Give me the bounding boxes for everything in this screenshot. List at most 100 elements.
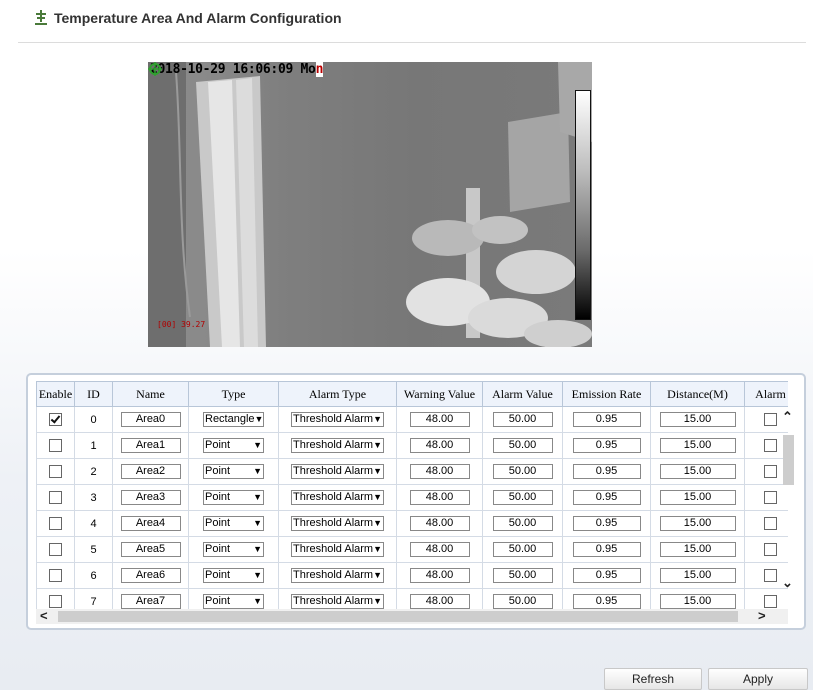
warning-value-input[interactable]: 48.00: [409, 490, 470, 505]
alarm-checkbox[interactable]: [764, 595, 777, 608]
alarm-type-select[interactable]: Threshold Alarm ▼: [291, 490, 384, 505]
type-select[interactable]: Point ▼: [203, 464, 264, 479]
chevron-right-icon[interactable]: >: [758, 608, 766, 623]
name-input[interactable]: Area4: [120, 516, 181, 531]
name-input[interactable]: Area0: [120, 412, 181, 427]
alarm-value-input[interactable]: 50.00: [492, 438, 553, 453]
alarm-type-select[interactable]: Threshold Alarm ▼: [291, 464, 384, 479]
emission-rate-input[interactable]: 0.95: [572, 542, 641, 557]
name-input[interactable]: Area1: [120, 438, 181, 453]
emission-rate-input[interactable]: 0.95: [572, 516, 641, 531]
emission-rate-input[interactable]: 0.95: [572, 438, 641, 453]
page-title: Temperature Area And Alarm Configuration: [54, 10, 342, 26]
name-input[interactable]: Area5: [120, 542, 181, 557]
type-select-value: Point: [205, 569, 231, 581]
dropdown-arrow-icon: ▼: [254, 414, 264, 424]
distance-input[interactable]: 15.00: [659, 412, 736, 427]
emission-rate-input[interactable]: 0.95: [572, 568, 641, 583]
alarm-checkbox[interactable]: [764, 543, 777, 556]
type-select[interactable]: Point ▼: [203, 490, 264, 505]
alarm-value-input[interactable]: 50.00: [492, 542, 553, 557]
warning-value-input[interactable]: 48.00: [409, 412, 470, 427]
alarm-checkbox[interactable]: [764, 491, 777, 504]
vertical-scrollbar[interactable]: ⌃ ⌄: [780, 409, 796, 599]
chevron-left-icon[interactable]: <: [40, 608, 48, 623]
horizontal-scrollbar[interactable]: < >: [36, 608, 788, 624]
distance-input[interactable]: 15.00: [659, 490, 736, 505]
emission-rate-input[interactable]: 0.95: [572, 464, 641, 479]
alarm-type-select[interactable]: Threshold Alarm ▼: [291, 438, 384, 453]
alarm-type-select[interactable]: Threshold Alarm ▼: [291, 568, 384, 583]
type-select[interactable]: Point ▼: [203, 542, 264, 557]
emission-rate-cell: 0.95: [562, 432, 651, 459]
type-cell: Point ▼: [188, 510, 279, 537]
alarm-checkbox[interactable]: [764, 439, 777, 452]
enable-checkbox[interactable]: [49, 595, 62, 608]
name-input[interactable]: Area2: [120, 464, 181, 479]
name-input[interactable]: Area3: [120, 490, 181, 505]
alarm-value-input[interactable]: 50.00: [492, 464, 553, 479]
chevron-down-icon[interactable]: ⌄: [782, 575, 793, 591]
chevron-up-icon[interactable]: ⌃: [782, 409, 793, 425]
emission-rate-input[interactable]: 0.95: [572, 594, 641, 609]
warning-value-input[interactable]: 48.00: [409, 542, 470, 557]
enable-checkbox[interactable]: [49, 439, 62, 452]
name-input[interactable]: Area7: [120, 594, 181, 609]
type-select[interactable]: Point ▼: [203, 594, 264, 609]
alarm-value-input[interactable]: 50.00: [492, 412, 553, 427]
alarm-type-select[interactable]: Threshold Alarm ▼: [291, 516, 384, 531]
enable-checkbox[interactable]: [49, 465, 62, 478]
horizontal-scroll-thumb[interactable]: [58, 611, 738, 622]
distance-input[interactable]: 15.00: [659, 568, 736, 583]
warning-value-input[interactable]: 48.00: [409, 516, 470, 531]
alarm-checkbox[interactable]: [764, 465, 777, 478]
alarm-type-select-value: Threshold Alarm: [293, 465, 374, 477]
distance-input[interactable]: 15.00: [659, 464, 736, 479]
refresh-button[interactable]: Refresh: [604, 668, 702, 690]
spot-target-icon[interactable]: [148, 62, 162, 76]
distance-input[interactable]: 15.00: [659, 542, 736, 557]
alarm-value-input[interactable]: 50.00: [492, 516, 553, 531]
apply-button[interactable]: Apply: [708, 668, 808, 690]
distance-input[interactable]: 15.00: [659, 438, 736, 453]
warning-value-input[interactable]: 48.00: [409, 464, 470, 479]
enable-checkbox[interactable]: [49, 413, 62, 426]
emission-rate-input[interactable]: 0.95: [572, 412, 641, 427]
emission-rate-cell: 0.95: [562, 406, 651, 433]
type-select-value: Point: [205, 543, 231, 555]
alarm-type-select[interactable]: Threshold Alarm ▼: [291, 594, 384, 609]
enable-checkbox[interactable]: [49, 543, 62, 556]
alarm-checkbox[interactable]: [764, 569, 777, 582]
enable-checkbox[interactable]: [49, 569, 62, 582]
alarm-value-input[interactable]: 50.00: [492, 490, 553, 505]
vertical-scroll-thumb[interactable]: [783, 435, 794, 485]
warning-value-input[interactable]: 48.00: [409, 568, 470, 583]
alarm-checkbox[interactable]: [764, 517, 777, 530]
warning-value-input[interactable]: 48.00: [409, 594, 470, 609]
thermal-video-view[interactable]: 2018-10-29 16:06:09 Mon [00] 39.27: [148, 62, 592, 347]
type-select[interactable]: Point ▼: [203, 568, 264, 583]
emission-rate-input[interactable]: 0.95: [572, 490, 641, 505]
alarm-type-select[interactable]: Threshold Alarm ▼: [291, 412, 384, 427]
enable-checkbox[interactable]: [49, 517, 62, 530]
warning-value-input[interactable]: 48.00: [409, 438, 470, 453]
header-divider: [18, 42, 806, 43]
alarm-type-select-value: Threshold Alarm: [293, 439, 374, 451]
name-input[interactable]: Area6: [120, 568, 181, 583]
alarm-type-cell: Threshold Alarm ▼: [278, 458, 397, 485]
dropdown-arrow-icon: ▼: [253, 570, 262, 580]
distance-cell: 15.00: [650, 510, 745, 537]
alarm-type-cell: Threshold Alarm ▼: [278, 432, 397, 459]
type-cell: Point ▼: [188, 432, 279, 459]
type-select[interactable]: Point ▼: [203, 516, 264, 531]
alarm-type-select[interactable]: Threshold Alarm ▼: [291, 542, 384, 557]
alarm-value-input[interactable]: 50.00: [492, 568, 553, 583]
emission-rate-cell: 0.95: [562, 484, 651, 511]
type-select[interactable]: Point ▼: [203, 438, 264, 453]
alarm-value-input[interactable]: 50.00: [492, 594, 553, 609]
distance-input[interactable]: 15.00: [659, 594, 736, 609]
alarm-checkbox[interactable]: [764, 413, 777, 426]
type-select[interactable]: Rectangle ▼: [203, 412, 264, 427]
enable-checkbox[interactable]: [49, 491, 62, 504]
distance-input[interactable]: 15.00: [659, 516, 736, 531]
